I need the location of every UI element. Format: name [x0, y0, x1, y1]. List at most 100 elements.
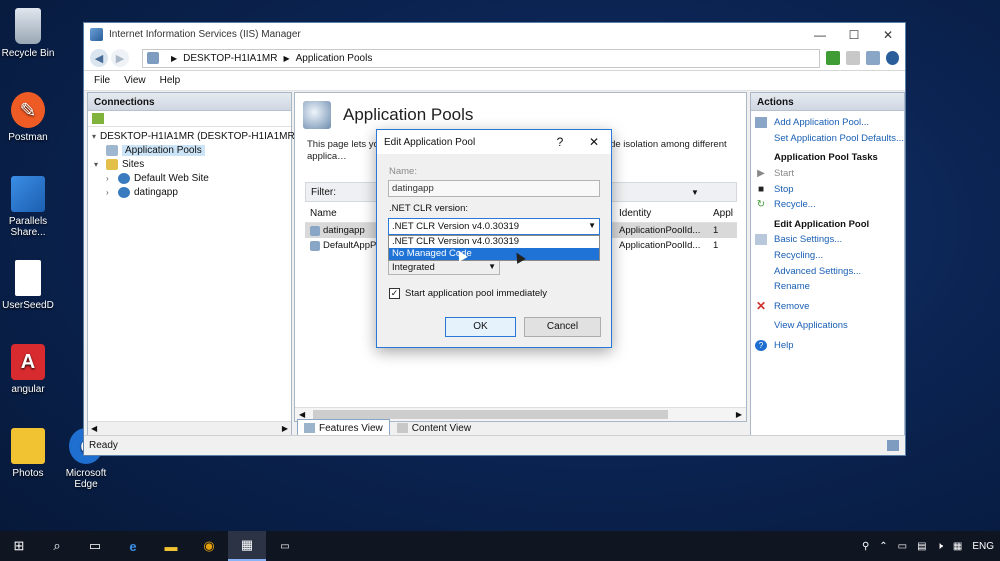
recycle-bin-icon — [15, 8, 41, 44]
action-advanced-settings[interactable]: Advanced Settings... — [755, 263, 904, 279]
people-icon[interactable]: ⚲ — [862, 541, 869, 552]
scroll-right-icon[interactable]: ▶ — [282, 424, 288, 433]
stop-nav-icon[interactable] — [846, 51, 860, 65]
maximize-button[interactable]: ☐ — [837, 28, 871, 42]
clr-option-no-managed[interactable]: No Managed Code — [389, 248, 599, 260]
chevron-down-icon[interactable]: ▼ — [691, 188, 699, 197]
name-field[interactable]: datingapp — [388, 180, 600, 197]
dialog-help-button[interactable]: ? — [543, 135, 577, 149]
iis-manager-taskbar-icon[interactable]: ▦ — [228, 531, 266, 561]
menu-help[interactable]: Help — [160, 75, 181, 86]
desktop-icon-photos[interactable]: Photos — [0, 428, 60, 479]
language-indicator[interactable]: ENG — [972, 541, 994, 552]
tree-label: Default Web Site — [134, 172, 209, 184]
checkbox-checked-icon[interactable]: ✓ — [389, 288, 400, 299]
ok-button[interactable]: OK — [445, 317, 516, 337]
desktop-icon-label: Parallels Share... — [8, 216, 48, 238]
row-appl: 1 — [713, 240, 719, 251]
collapse-icon[interactable]: ▾ — [92, 132, 96, 141]
clr-version-dropdown: .NET CLR Version v4.0.30319 No Managed C… — [388, 235, 600, 261]
desktop-icon-userseedd[interactable]: UserSeedD — [0, 260, 60, 311]
search-icon[interactable]: ⌕ — [38, 531, 76, 561]
tree-node-sites[interactable]: ▾ Sites — [92, 157, 291, 171]
tree-node-app-pools[interactable]: Application Pools — [92, 143, 291, 157]
chevron-down-icon[interactable]: ▼ — [588, 221, 596, 232]
address-bar: ◀ ▶ ▶ DESKTOP-H1IA1MR ▶ Application Pool… — [84, 46, 905, 71]
pipeline-mode-select[interactable]: Integrated ▼ — [388, 259, 500, 275]
action-remove[interactable]: ✕ Remove — [755, 299, 904, 315]
terminal-icon[interactable]: ▭ — [266, 531, 304, 561]
scroll-left-icon[interactable]: ◀ — [299, 410, 305, 419]
action-set-defaults[interactable]: Set Application Pool Defaults... — [755, 131, 904, 147]
close-button[interactable]: ✕ — [871, 28, 905, 42]
refresh-icon[interactable] — [826, 51, 840, 65]
edge-taskbar-icon[interactable]: e — [114, 531, 152, 561]
back-button[interactable]: ◀ — [90, 49, 108, 67]
action-help[interactable]: ? Help — [755, 338, 904, 354]
volume-muted-icon[interactable]: 🕨 — [937, 541, 943, 552]
connections-scrollbar[interactable]: ◀ ▶ — [88, 421, 291, 435]
page-title: Application Pools — [343, 105, 474, 124]
connections-header: Connections — [88, 93, 291, 111]
start-immediately-checkbox[interactable]: ✓ Start application pool immediately — [389, 288, 547, 299]
start-page-icon[interactable] — [92, 113, 104, 124]
desktop-icon-angular[interactable]: A angular — [0, 344, 60, 395]
home-icon[interactable] — [866, 51, 880, 65]
task-view-icon[interactable]: ▭ — [76, 531, 114, 561]
breadcrumb[interactable]: ▶ DESKTOP-H1IA1MR ▶ Application Pools — [142, 48, 820, 68]
action-recycling[interactable]: Recycling... — [755, 248, 904, 264]
dialog-close-button[interactable]: ✕ — [577, 135, 611, 149]
app-pool-icon — [310, 225, 320, 236]
content-view-icon — [396, 423, 408, 433]
page-header: Application Pools — [303, 101, 473, 129]
section-app-pool-tasks: Application Pool Tasks — [774, 152, 878, 164]
chrome-icon[interactable]: ◉ — [190, 531, 228, 561]
recycle-icon: ↻ — [756, 199, 766, 211]
keyboard-icon[interactable]: ▦ — [953, 541, 962, 552]
start-button[interactable]: ⊞ — [0, 531, 38, 561]
action-add-pool[interactable]: Add Application Pool... — [755, 115, 904, 131]
tree-node-server[interactable]: ▾ DESKTOP-H1IA1MR (DESKTOP-H1IA1MR\ — [92, 129, 297, 143]
column-applications[interactable]: Appl — [709, 208, 737, 219]
action-rename[interactable]: Rename — [755, 279, 904, 295]
scrollbar-thumb[interactable] — [313, 410, 668, 419]
desktop-icon-recycle-bin[interactable]: Recycle Bin — [0, 8, 60, 59]
scroll-right-icon[interactable]: ▶ — [736, 410, 742, 419]
breadcrumb-app-pools[interactable]: Application Pools — [296, 53, 373, 64]
features-view-icon — [304, 423, 315, 433]
app-pools-icon — [303, 101, 331, 129]
tree-label: Sites — [122, 158, 145, 170]
file-explorer-icon[interactable]: ▬ — [152, 531, 190, 561]
menu-file[interactable]: File — [94, 75, 110, 86]
minimize-button[interactable]: — — [803, 28, 837, 42]
breadcrumb-server[interactable]: DESKTOP-H1IA1MR — [183, 53, 277, 64]
expand-icon[interactable]: › — [106, 174, 118, 183]
desktop-icon-label: Microsoft Edge — [65, 468, 107, 490]
action-basic-settings[interactable]: Basic Settings... — [755, 232, 904, 248]
expand-icon[interactable]: › — [106, 188, 118, 197]
chevron-down-icon[interactable]: ▼ — [488, 262, 496, 272]
column-identity[interactable]: Identity — [615, 208, 709, 219]
tree-node-default-site[interactable]: › Default Web Site — [92, 171, 291, 185]
tree-node-datingapp[interactable]: › datingapp — [92, 185, 291, 199]
scroll-left-icon[interactable]: ◀ — [91, 424, 97, 433]
chevron-up-icon[interactable]: ⌃ — [879, 541, 887, 552]
status-bar: Ready — [84, 435, 905, 455]
clr-version-select[interactable]: .NET CLR Version v4.0.30319 ▼ — [388, 218, 600, 235]
help-dropdown-icon[interactable] — [886, 51, 899, 65]
action-view-applications[interactable]: View Applications — [755, 318, 904, 334]
network-tray-icon[interactable]: ▤ — [917, 541, 926, 552]
collapse-icon[interactable]: ▾ — [94, 160, 106, 169]
desktop-icon-postman[interactable]: ✎ Postman — [0, 92, 60, 143]
action-stop[interactable]: ■ Stop — [755, 181, 904, 197]
tab-label: Content View — [411, 422, 472, 434]
edit-app-pool-dialog: Edit Application Pool ? ✕ Name: datingap… — [376, 129, 612, 348]
clr-option-v4[interactable]: .NET CLR Version v4.0.30319 — [389, 236, 599, 248]
desktop-icon-parallels[interactable]: Parallels Share... — [0, 176, 60, 238]
forward-button[interactable]: ▶ — [111, 49, 129, 67]
menu-view[interactable]: View — [124, 75, 146, 86]
section-edit-app-pool: Edit Application Pool — [774, 218, 870, 230]
action-recycle[interactable]: ↻ Recycle... — [755, 197, 904, 213]
cancel-button[interactable]: Cancel — [524, 317, 601, 337]
battery-icon[interactable]: ▭ — [898, 541, 907, 552]
